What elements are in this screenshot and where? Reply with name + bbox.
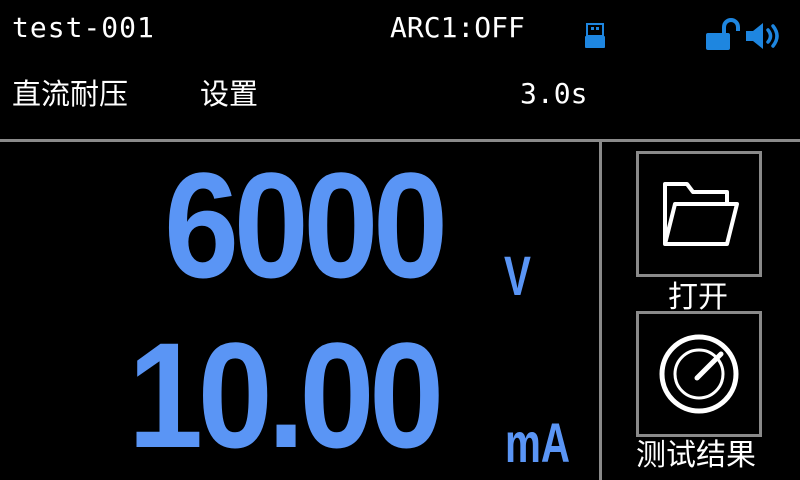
folder-icon xyxy=(663,182,739,246)
current-unit: mA xyxy=(505,411,570,474)
gauge-icon xyxy=(659,334,739,414)
test-result-button-label[interactable]: 测试结果 xyxy=(636,438,756,474)
voltage-reading: 6000 xyxy=(164,141,448,309)
device-screen: test-001 ARC1:OFF 直流耐压 设置 3.0s 6000 V 10… xyxy=(0,0,800,480)
test-result-button[interactable] xyxy=(636,311,762,437)
voltage-unit: V xyxy=(504,244,531,307)
unlocked-padlock-icon[interactable] xyxy=(704,18,740,52)
usb-icon xyxy=(585,23,605,48)
file-name: test-001 xyxy=(12,11,155,44)
vertical-divider xyxy=(599,142,602,480)
test-mode-label: 直流耐压 xyxy=(12,77,129,111)
test-time-value: 3.0s xyxy=(520,77,588,110)
current-reading: 10.00 xyxy=(128,311,444,479)
open-button[interactable] xyxy=(636,151,762,277)
speaker-icon[interactable] xyxy=(744,20,784,52)
arc-status: ARC1:OFF xyxy=(390,11,525,44)
settings-button[interactable]: 设置 xyxy=(200,74,258,114)
